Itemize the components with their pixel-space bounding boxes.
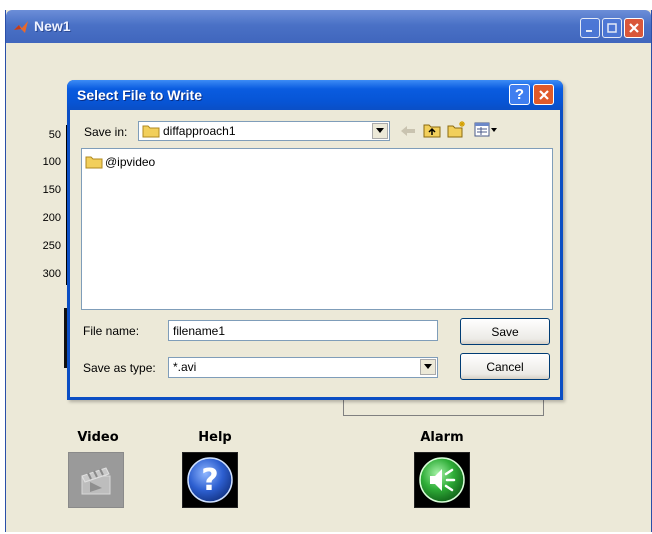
folder-icon <box>85 156 103 169</box>
save-as-type-dropdown-arrow[interactable] <box>420 359 436 375</box>
dialog-close-button[interactable] <box>533 84 554 105</box>
list-item-label: @ipvideo <box>105 155 156 169</box>
minimize-icon <box>586 30 592 32</box>
matlab-logo-icon <box>14 21 28 33</box>
dialog-help-button[interactable]: ? <box>509 84 530 105</box>
y-tick-label: 250 <box>42 240 61 252</box>
save-as-type-value: *.avi <box>173 360 197 374</box>
help-label: Help <box>198 430 232 445</box>
close-icon <box>538 89 549 100</box>
close-button[interactable] <box>624 18 644 38</box>
alarm-label: Alarm <box>420 430 464 445</box>
new-folder-icon[interactable] <box>447 120 467 138</box>
chevron-down-icon <box>376 128 384 133</box>
help-glyph: ? <box>201 462 219 498</box>
save-as-type-dropdown[interactable]: *.avi <box>168 357 438 378</box>
save-in-label: Save in: <box>84 125 128 139</box>
minimize-button[interactable] <box>580 18 600 38</box>
save-as-type-label: Save as type: <box>83 361 156 375</box>
help-button[interactable]: ? <box>182 452 238 508</box>
speaker-icon <box>419 457 465 503</box>
file-name-field[interactable]: filename1 <box>168 320 438 341</box>
close-icon <box>629 23 639 33</box>
y-tick-label: 50 <box>48 129 61 141</box>
y-tick-label: 200 <box>42 212 61 224</box>
file-name-label: File name: <box>83 324 140 338</box>
figure-title: New1 <box>34 18 71 34</box>
video-label: Video <box>77 430 119 445</box>
save-in-dropdown-arrow[interactable] <box>372 123 388 139</box>
y-tick-label: 100 <box>42 156 61 168</box>
dialog-title: Select File to Write <box>77 87 202 103</box>
view-menu-icon[interactable] <box>474 122 498 138</box>
dialog-titlebar[interactable]: Select File to Write ? <box>67 80 563 110</box>
save-button[interactable]: Save <box>460 318 550 345</box>
save-in-value: diffapproach1 <box>163 124 236 138</box>
video-button[interactable] <box>68 452 124 508</box>
y-tick-label: 150 <box>42 184 61 196</box>
chevron-down-icon <box>424 364 432 369</box>
y-tick-label: 300 <box>42 268 61 280</box>
folder-icon <box>142 125 160 138</box>
maximize-button[interactable] <box>602 18 622 38</box>
cancel-button[interactable]: Cancel <box>460 353 550 380</box>
video-clapper-icon <box>81 467 111 495</box>
figure-titlebar[interactable]: New1 <box>6 10 651 43</box>
select-file-dialog: Select File to Write ? Save in: diffappr… <box>67 80 563 400</box>
maximize-icon <box>607 23 617 33</box>
list-item[interactable]: @ipvideo <box>85 154 155 170</box>
file-list[interactable]: @ipvideo <box>81 148 553 310</box>
dialog-help-glyph: ? <box>514 86 525 103</box>
save-in-dropdown[interactable]: diffapproach1 <box>138 121 390 141</box>
back-arrow-icon[interactable] <box>400 124 416 138</box>
up-folder-icon[interactable] <box>423 122 441 138</box>
alarm-button[interactable] <box>414 452 470 508</box>
